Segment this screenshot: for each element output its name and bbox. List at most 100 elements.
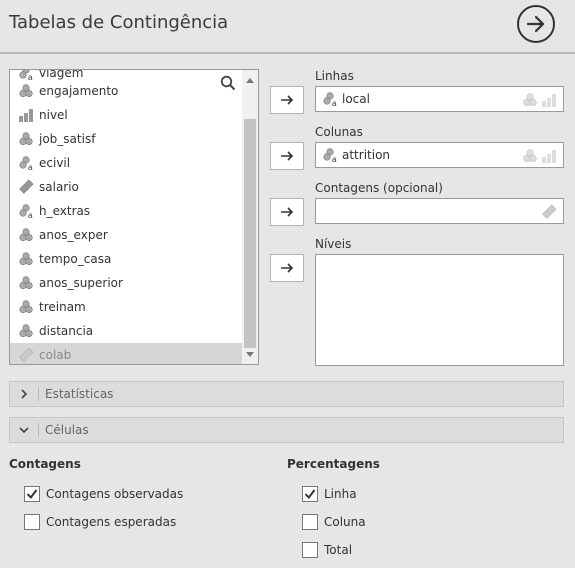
variable-item[interactable]: distancia xyxy=(10,319,242,343)
contagens-esperadas-checkbox[interactable]: Contagens esperadas xyxy=(24,514,176,530)
niveis-field[interactable] xyxy=(315,254,564,366)
celulas-label: Células xyxy=(45,423,89,437)
checkbox[interactable] xyxy=(24,514,40,530)
search-icon[interactable] xyxy=(220,75,236,94)
variable-item[interactable]: job_satisf xyxy=(10,127,242,151)
linha-checkbox[interactable]: Linha xyxy=(302,486,357,502)
move-to-linhas-button[interactable] xyxy=(270,86,304,114)
nominal-icon xyxy=(17,131,34,147)
variable-item[interactable]: a h_extras xyxy=(10,199,242,223)
page-title: Tabelas de Contingência xyxy=(9,12,229,33)
checkbox-label: Total xyxy=(324,543,353,557)
checkbox[interactable] xyxy=(302,486,318,502)
arrow-right-icon xyxy=(281,95,294,105)
continuous-icon xyxy=(17,179,34,195)
checkbox-label: Coluna xyxy=(324,515,366,529)
move-to-colunas-button[interactable] xyxy=(270,142,304,170)
variable-item[interactable]: a ecivil xyxy=(10,151,242,175)
nominal-text-icon: a xyxy=(17,155,34,171)
check-icon xyxy=(26,489,38,500)
variable-label: engajamento xyxy=(39,84,119,98)
checkbox[interactable] xyxy=(24,486,40,502)
colunas-label: Colunas xyxy=(315,125,363,139)
move-to-contagens-button[interactable] xyxy=(270,198,304,226)
chevron-down-icon xyxy=(10,425,38,435)
checkbox-label: Contagens observadas xyxy=(46,487,184,501)
nominal-text-icon: a xyxy=(17,203,34,219)
variable-item[interactable]: anos_superior xyxy=(10,271,242,295)
scrollbar-thumb[interactable] xyxy=(244,119,256,348)
arrow-right-icon xyxy=(281,151,294,161)
variable-item[interactable]: anos_exper xyxy=(10,223,242,247)
variable-list[interactable]: a viagem engajamento nivel job_satisf a … xyxy=(9,69,259,365)
arrow-right-icon xyxy=(526,15,545,33)
nominal-icon xyxy=(522,92,538,111)
scrollbar[interactable] xyxy=(242,70,258,364)
nominal-icon xyxy=(17,251,34,267)
ordinal-icon xyxy=(541,92,557,111)
svg-text:a: a xyxy=(28,163,33,171)
colunas-field[interactable]: a attrition xyxy=(315,142,564,168)
scroll-up-icon[interactable] xyxy=(246,78,254,83)
variable-item[interactable]: nivel xyxy=(10,103,242,127)
run-analysis-button[interactable] xyxy=(517,5,555,43)
arrow-right-icon xyxy=(281,207,294,217)
svg-text:a: a xyxy=(332,99,337,107)
checkbox[interactable] xyxy=(302,514,318,530)
contagens-observadas-checkbox[interactable]: Contagens observadas xyxy=(24,486,183,502)
variable-label: ecivil xyxy=(39,156,71,170)
colunas-value: attrition xyxy=(342,148,391,162)
variable-label: distancia xyxy=(39,324,94,338)
total-checkbox[interactable]: Total xyxy=(302,542,352,558)
nominal-icon xyxy=(17,275,34,291)
variable-item-selected[interactable]: colab xyxy=(10,343,242,364)
contagens-label: Contagens (opcional) xyxy=(315,181,443,195)
id-icon xyxy=(17,347,34,363)
contagens-field[interactable] xyxy=(315,198,564,224)
variable-item[interactable]: salario xyxy=(10,175,242,199)
nominal-icon xyxy=(17,323,34,339)
linhas-field[interactable]: a local xyxy=(315,86,564,112)
svg-text:a: a xyxy=(28,211,33,219)
move-to-niveis-button[interactable] xyxy=(270,254,304,282)
variable-label: nivel xyxy=(39,108,68,122)
variable-item[interactable]: treinam xyxy=(10,295,242,319)
celulas-section[interactable]: Células xyxy=(9,417,564,443)
nominal-text-icon: a xyxy=(322,147,338,163)
ordinal-icon xyxy=(17,107,34,123)
svg-text:a: a xyxy=(332,155,337,163)
variable-label: colab xyxy=(39,348,72,362)
nominal-icon xyxy=(17,83,34,99)
checkbox-label: Contagens esperadas xyxy=(46,515,177,529)
coluna-checkbox[interactable]: Coluna xyxy=(302,514,366,530)
nominal-icon xyxy=(522,148,538,167)
variable-label: tempo_casa xyxy=(39,252,112,266)
arrow-right-icon xyxy=(281,263,294,273)
continuous-icon xyxy=(541,204,557,223)
chevron-right-icon xyxy=(10,389,38,399)
nominal-icon xyxy=(17,227,34,243)
section-divider xyxy=(38,387,39,401)
nominal-icon xyxy=(17,299,34,315)
checkbox[interactable] xyxy=(302,542,318,558)
variable-label: h_extras xyxy=(39,204,91,218)
variable-label: anos_exper xyxy=(39,228,108,242)
linhas-value: local xyxy=(342,92,370,106)
section-divider xyxy=(38,423,39,437)
nominal-text-icon: a xyxy=(322,91,338,107)
estatisticas-section[interactable]: Estatísticas xyxy=(9,381,564,407)
variable-item[interactable]: tempo_casa xyxy=(10,247,242,271)
check-icon xyxy=(304,489,316,500)
niveis-label: Níveis xyxy=(315,237,352,251)
variable-label: job_satisf xyxy=(39,132,96,146)
contagens-group-title: Contagens xyxy=(9,457,81,471)
checkbox-label: Linha xyxy=(324,487,357,501)
estatisticas-label: Estatísticas xyxy=(45,387,114,401)
variable-label: anos_superior xyxy=(39,276,123,290)
linhas-label: Linhas xyxy=(315,69,354,83)
header-divider xyxy=(0,52,575,54)
scroll-down-icon[interactable] xyxy=(246,352,254,357)
ordinal-icon xyxy=(541,148,557,167)
variable-item[interactable]: engajamento xyxy=(10,79,242,103)
variable-label: treinam xyxy=(39,300,86,314)
